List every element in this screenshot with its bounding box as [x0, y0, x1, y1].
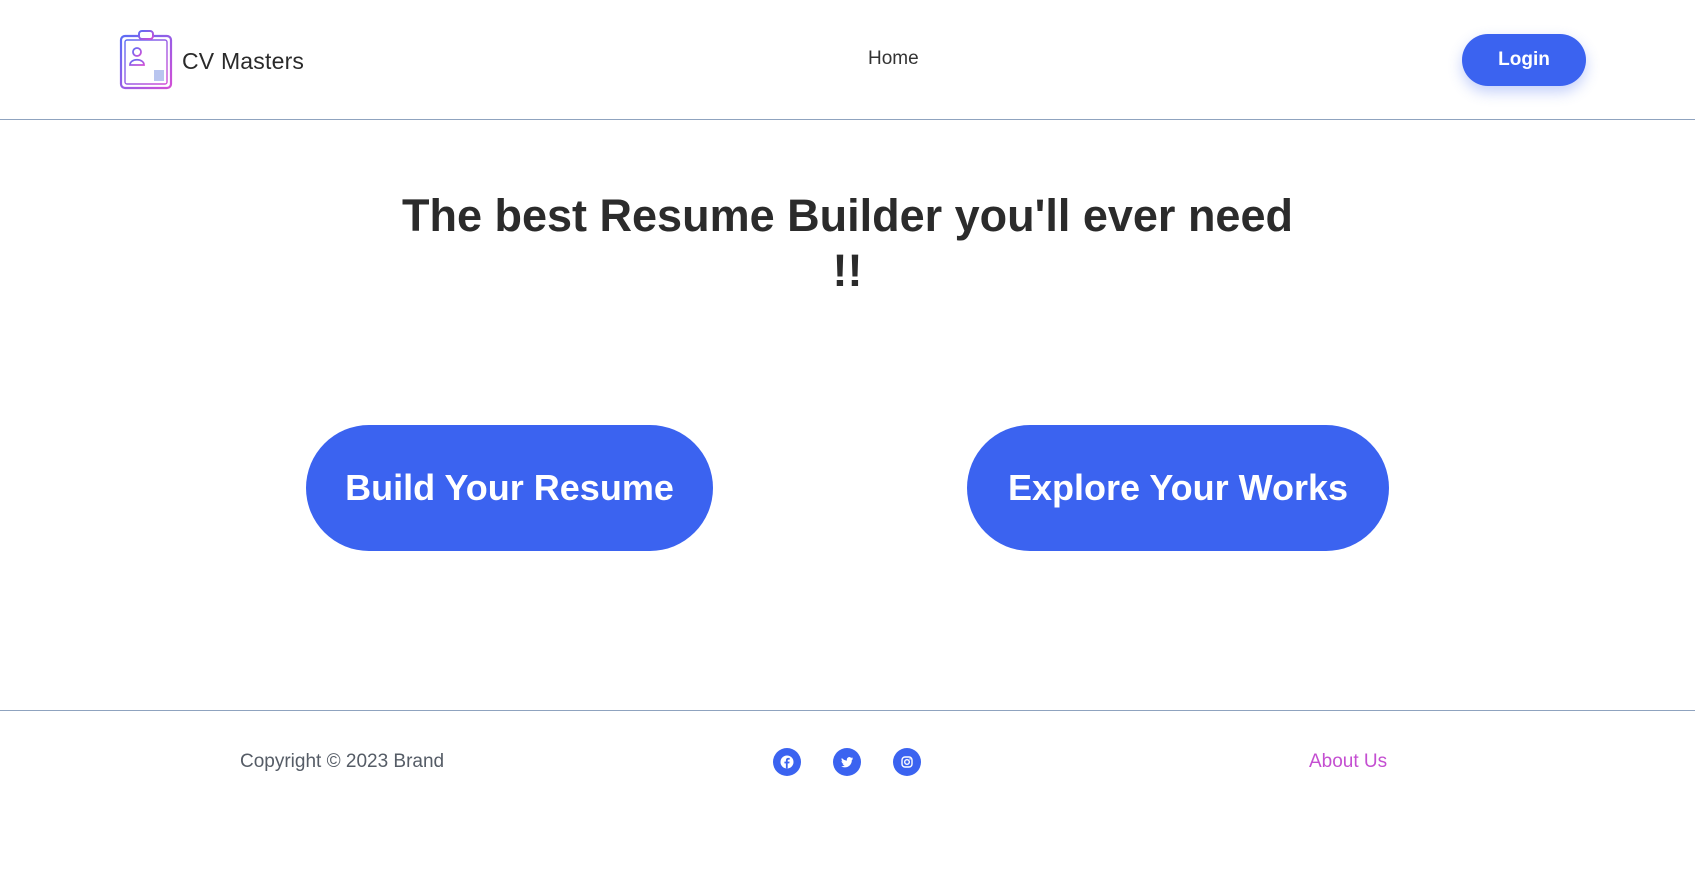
explore-works-button[interactable]: Explore Your Works	[967, 425, 1389, 551]
instagram-icon[interactable]	[893, 748, 921, 776]
resume-clipboard-icon	[119, 30, 173, 90]
footer: Copyright © 2023 Brand About Us	[0, 710, 1695, 885]
login-button[interactable]: Login	[1462, 34, 1586, 86]
nav-link-home[interactable]: Home	[868, 48, 919, 70]
twitter-icon[interactable]	[833, 748, 861, 776]
brand-name: CV Masters	[182, 47, 305, 74]
about-us-link[interactable]: About Us	[1309, 751, 1387, 773]
social-links	[773, 748, 921, 776]
hero-title: The best Resume Builder you'll ever need…	[402, 190, 1293, 296]
navbar: CV Masters Home Login	[0, 0, 1695, 120]
brand[interactable]: CV Masters	[118, 29, 304, 91]
facebook-icon[interactable]	[773, 748, 801, 776]
copyright-text: Copyright © 2023 Brand	[240, 751, 445, 772]
build-resume-button[interactable]: Build Your Resume	[306, 425, 713, 551]
